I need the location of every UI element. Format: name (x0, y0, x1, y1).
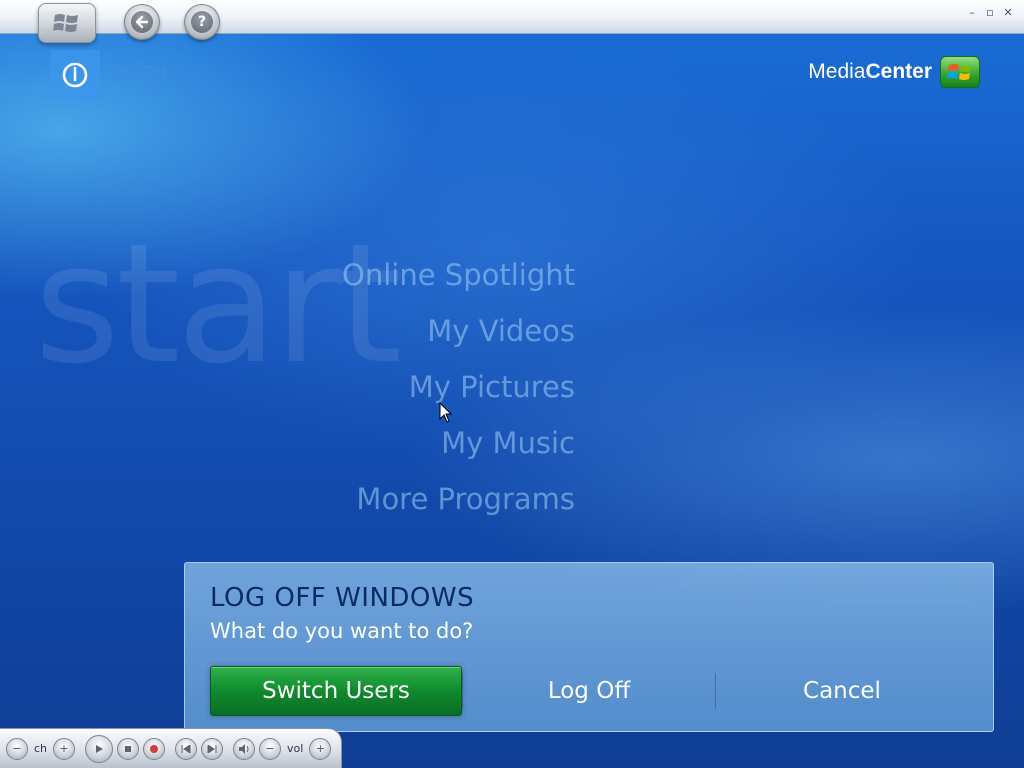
log-off-dialog: LOG OFF WINDOWS What do you want to do? … (184, 562, 994, 732)
channel-up-button[interactable]: + (53, 737, 76, 760)
plus-icon: + (315, 742, 325, 755)
start-button[interactable] (38, 3, 96, 43)
speaker-icon (239, 743, 249, 754)
menu-item-online-spotlight[interactable]: Online Spotlight (342, 254, 575, 310)
stop-button[interactable] (117, 737, 140, 760)
window-controls: – ▫ ✕ (966, 6, 1014, 19)
cancel-button[interactable]: Cancel (716, 666, 968, 716)
menu-item-my-pictures[interactable]: My Pictures (409, 366, 575, 422)
stop-icon (125, 745, 132, 752)
minus-icon: − (12, 742, 22, 755)
media-center-logo: MediaCenter (808, 56, 980, 88)
plus-icon: + (59, 742, 69, 755)
mouse-cursor-icon (439, 402, 453, 423)
restore-button[interactable]: ▫ (984, 6, 996, 19)
power-icon (62, 62, 88, 88)
skip-forward-icon (207, 744, 217, 753)
back-arrow-icon (131, 11, 153, 33)
dialog-title: LOG OFF WINDOWS (210, 583, 475, 613)
channel-label: ch (34, 742, 48, 755)
back-button[interactable] (124, 4, 160, 40)
skip-back-button[interactable] (175, 737, 198, 760)
windows-flag-icon (53, 14, 78, 32)
help-button[interactable]: ? (184, 4, 220, 40)
close-button[interactable]: ✕ (1002, 6, 1014, 19)
start-menu: Online Spotlight My Videos My Pictures M… (342, 254, 575, 534)
dialog-subtitle: What do you want to do? (210, 619, 474, 643)
volume-up-button[interactable]: + (309, 737, 332, 760)
channel-down-button[interactable]: − (6, 737, 28, 760)
help-icon: ? (191, 11, 213, 33)
power-button[interactable] (50, 50, 100, 100)
windows-flag-logo-icon (940, 56, 980, 88)
play-icon (96, 744, 104, 753)
menu-item-more-programs[interactable]: More Programs (356, 478, 575, 534)
logo-text: MediaCenter (808, 60, 932, 83)
menu-item-my-music[interactable]: My Music (441, 422, 575, 478)
clock: 05:29 (110, 62, 168, 86)
skip-back-icon (181, 744, 191, 753)
skip-forward-button[interactable] (201, 737, 224, 760)
volume-label: vol (287, 742, 304, 755)
switch-users-button[interactable]: Switch Users (210, 666, 462, 716)
mute-button[interactable] (233, 737, 256, 760)
log-off-button[interactable]: Log Off (463, 666, 715, 716)
transport-controls: − ch + − vol + (0, 728, 342, 768)
record-icon (150, 744, 159, 753)
record-button[interactable] (143, 737, 166, 760)
menu-item-my-videos[interactable]: My Videos (427, 310, 575, 366)
minimize-button[interactable]: – (966, 6, 978, 19)
play-button[interactable] (85, 734, 114, 763)
minus-icon: − (265, 742, 275, 755)
dialog-button-row: Switch Users Log Off Cancel (210, 666, 990, 716)
volume-down-button[interactable]: − (259, 737, 282, 760)
